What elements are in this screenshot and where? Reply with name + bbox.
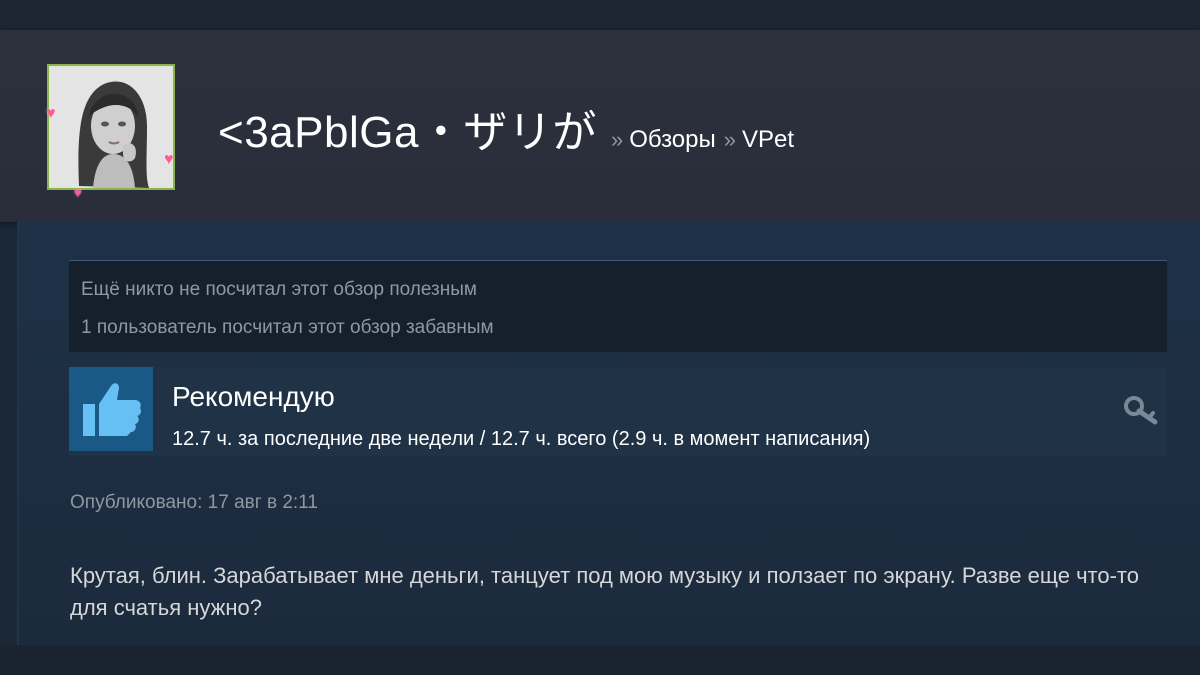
heart-icon: ♥ [74, 185, 82, 200]
helpful-rating-text: Ещё никто не посчитал этот обзор полезны… [81, 279, 477, 300]
heart-icon: ♥ [46, 105, 56, 122]
funny-rating-text: 1 пользователь посчитал этот обзор забав… [81, 317, 494, 338]
avatar-portrait [49, 66, 173, 188]
breadcrumb: <3aPblGa・ザリが » Обзоры » VPet [218, 96, 794, 166]
breadcrumb-game-link[interactable]: VPet [742, 126, 794, 154]
rating-summary: Ещё никто не посчитал этот обзор полезны… [69, 260, 1167, 352]
playtime-hours: 12.7 ч. за последние две недели / 12.7 ч… [172, 428, 871, 450]
bottom-strip [0, 645, 1200, 675]
posted-date: Опубликовано: 17 авг в 2:11 [70, 492, 318, 513]
key-icon[interactable] [1123, 395, 1159, 425]
breadcrumb-reviews-link[interactable]: Обзоры [629, 126, 716, 154]
recommendation-title[interactable]: Рекомендую [172, 381, 335, 413]
thumbs-up-icon [83, 383, 141, 436]
avatar[interactable] [47, 64, 175, 190]
review-body: Крутая, блин. Зарабатывает мне деньги, т… [70, 563, 1139, 620]
persona-name[interactable]: <3aPblGa・ザリが [218, 96, 597, 160]
top-strip [0, 0, 1200, 30]
breadcrumb-separator: » [723, 127, 737, 152]
review-summary-box: Рекомендую 12.7 ч. за последние две неде… [69, 367, 1167, 456]
breadcrumb-separator: » [610, 127, 624, 152]
recommendation-thumb [69, 367, 153, 451]
heart-icon: ♥ [164, 151, 174, 168]
